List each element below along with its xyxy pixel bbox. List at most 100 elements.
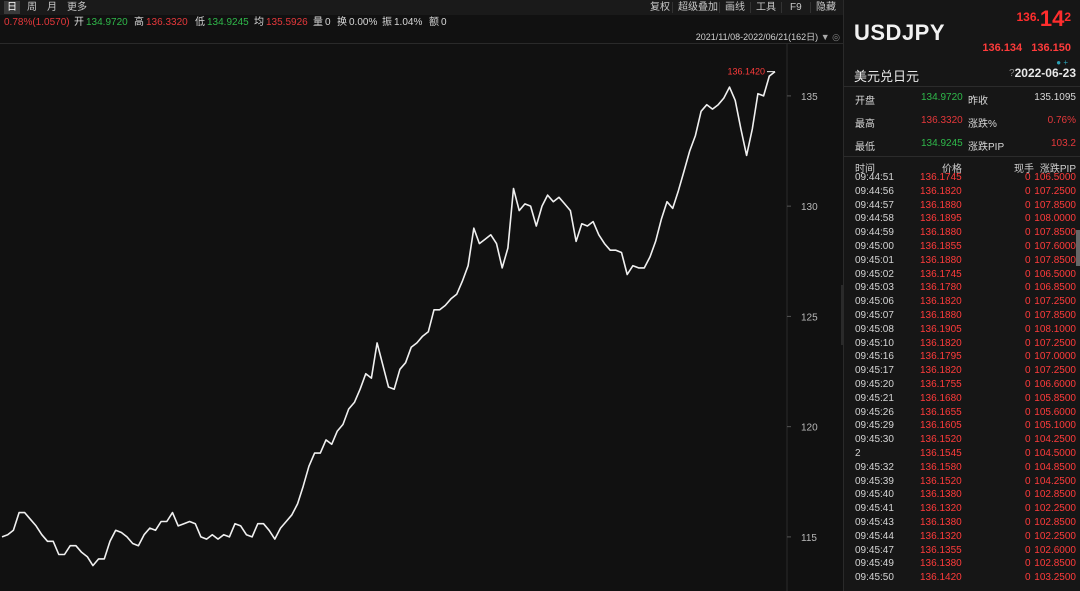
tab-day[interactable]: 日 bbox=[4, 1, 20, 14]
tick-row[interactable]: 09:45:29 136.1605 0 105.1000 bbox=[844, 419, 1080, 433]
tick-row[interactable]: 09:45:49 136.1380 0 102.8500 bbox=[844, 557, 1080, 571]
caret-down-icon[interactable]: ▼ bbox=[821, 32, 830, 42]
hide-button[interactable]: 隐藏 bbox=[816, 1, 836, 14]
amplitude-label: 振 bbox=[382, 17, 392, 28]
tick-volume: 0 bbox=[1025, 268, 1031, 280]
tick-volume: 0 bbox=[1025, 406, 1031, 418]
tick-time: 09:45:08 bbox=[855, 323, 894, 335]
tick-row[interactable]: 09:45:44 136.1320 0 102.2500 bbox=[844, 530, 1080, 544]
tick-pip: 107.2500 bbox=[1034, 296, 1076, 308]
tick-row[interactable]: 09:45:43 136.1380 0 102.8500 bbox=[844, 516, 1080, 530]
tick-volume: 0 bbox=[1025, 572, 1031, 584]
tick-time: 09:45:50 bbox=[855, 572, 894, 584]
adjust-button[interactable]: 复权 bbox=[650, 1, 670, 14]
bid-ask: 136.134 136.150 bbox=[982, 42, 1071, 54]
stat-change-label: 涨跌% bbox=[968, 119, 997, 130]
tick-row[interactable]: 09:45:10 136.1820 0 107.2500 bbox=[844, 337, 1080, 351]
tick-price: 136.1580 bbox=[920, 461, 962, 473]
stat-high-label: 最高 bbox=[855, 119, 875, 130]
instrument-name: 美元兑日元 bbox=[854, 69, 920, 84]
tick-pip: 107.2500 bbox=[1034, 185, 1076, 197]
divider bbox=[844, 156, 1080, 157]
tick-time: 09:45:32 bbox=[855, 461, 894, 473]
price-line-chart[interactable]: 135 130 125 120 115 136.1420 bbox=[0, 44, 843, 591]
toolbar-divider bbox=[750, 2, 751, 13]
bid-price: 136.134 bbox=[982, 42, 1023, 54]
tick-price: 136.1820 bbox=[920, 365, 962, 377]
date-range-label: 2021/11/08-2022/06/21(162日) bbox=[695, 32, 819, 42]
tick-pip: 105.8500 bbox=[1034, 392, 1076, 404]
tick-row[interactable]: 09:45:50 136.1420 0 103.2500 bbox=[844, 571, 1080, 585]
tick-volume: 0 bbox=[1025, 282, 1031, 294]
tick-row[interactable]: 09:45:03 136.1780 0 106.8500 bbox=[844, 281, 1080, 295]
tick-row[interactable]: 09:45:39 136.1520 0 104.2500 bbox=[844, 475, 1080, 489]
f9-button[interactable]: F9 bbox=[790, 1, 802, 14]
tick-price: 136.1320 bbox=[920, 530, 962, 542]
tick-volume: 0 bbox=[1025, 420, 1031, 432]
tick-pip: 106.5000 bbox=[1034, 172, 1076, 183]
tick-row[interactable]: 09:45:21 136.1680 0 105.8500 bbox=[844, 392, 1080, 406]
tick-row[interactable]: 09:45:17 136.1820 0 107.2500 bbox=[844, 364, 1080, 378]
tick-time: 09:45:01 bbox=[855, 254, 894, 266]
tick-time: 09:45:29 bbox=[855, 420, 894, 432]
tick-time: 09:45:00 bbox=[855, 241, 894, 252]
tick-row[interactable]: 09:45:40 136.1380 0 102.8500 bbox=[844, 488, 1080, 502]
tick-row[interactable]: 09:44:51 136.1745 0 106.5000 bbox=[844, 171, 1080, 185]
settings-icon[interactable]: ◎ bbox=[832, 32, 840, 42]
tick-row[interactable]: 2 136.1545 0 104.5000 bbox=[844, 447, 1080, 461]
tick-row[interactable]: 09:45:06 136.1820 0 107.2500 bbox=[844, 295, 1080, 309]
tick-time: 09:45:10 bbox=[855, 337, 894, 349]
tick-price: 136.1380 bbox=[920, 517, 962, 528]
tick-row[interactable]: 09:45:32 136.1580 0 104.8500 bbox=[844, 461, 1080, 475]
tick-price: 136.1380 bbox=[920, 558, 962, 570]
tick-price: 136.1820 bbox=[920, 337, 962, 349]
tab-more[interactable]: 更多 bbox=[64, 1, 90, 14]
stat-prev-label: 昨收 bbox=[968, 96, 988, 107]
tick-price: 136.1755 bbox=[920, 379, 962, 390]
chart-pane[interactable]: 日 周 月 更多 复权 超级叠加 画线 工具 F9 隐藏 0.78%(1.057… bbox=[0, 0, 843, 591]
y-tick-label: 125 bbox=[801, 312, 818, 323]
price-part-b: 14 bbox=[1039, 6, 1065, 31]
turnover-label: 换 bbox=[337, 17, 347, 28]
overlay-button[interactable]: 超级叠加 bbox=[678, 1, 718, 14]
tick-pip: 105.6000 bbox=[1034, 406, 1076, 418]
open-value: 134.9720 bbox=[86, 17, 128, 28]
tick-time: 09:45:06 bbox=[855, 296, 894, 308]
tick-list-scrollbar[interactable] bbox=[1076, 230, 1080, 266]
stat-low-value: 134.9245 bbox=[921, 138, 963, 149]
tick-row[interactable]: 09:45:41 136.1320 0 102.2500 bbox=[844, 502, 1080, 516]
tick-pip: 102.8500 bbox=[1034, 489, 1076, 501]
tick-row[interactable]: 09:45:20 136.1755 0 106.6000 bbox=[844, 378, 1080, 392]
tick-row[interactable]: 09:45:01 136.1880 0 107.8500 bbox=[844, 254, 1080, 268]
tick-time: 09:45:16 bbox=[855, 351, 894, 363]
tick-time: 09:45:49 bbox=[855, 558, 894, 570]
tick-time: 09:45:30 bbox=[855, 434, 894, 446]
tick-pip: 107.8500 bbox=[1034, 227, 1076, 239]
date-range-selector[interactable]: 2021/11/08-2022/06/21(162日) ▼ ◎ bbox=[640, 31, 840, 43]
tick-volume: 0 bbox=[1025, 434, 1031, 446]
tools-button[interactable]: 工具 bbox=[756, 1, 776, 14]
tick-row[interactable]: 09:44:58 136.1895 0 108.0000 bbox=[844, 212, 1080, 226]
tick-row[interactable]: 09:45:16 136.1795 0 107.0000 bbox=[844, 350, 1080, 364]
tick-time: 09:44:57 bbox=[855, 199, 894, 211]
tick-row[interactable]: 09:45:08 136.1905 0 108.1000 bbox=[844, 323, 1080, 337]
tab-month[interactable]: 月 bbox=[44, 1, 60, 14]
tick-row[interactable]: 09:44:59 136.1880 0 107.8500 bbox=[844, 226, 1080, 240]
y-tick-label: 120 bbox=[801, 423, 818, 434]
tick-row[interactable]: 09:45:30 136.1520 0 104.2500 bbox=[844, 433, 1080, 447]
tick-row[interactable]: 09:45:00 136.1855 0 107.6000 bbox=[844, 240, 1080, 254]
tick-row[interactable]: 09:45:26 136.1655 0 105.6000 bbox=[844, 406, 1080, 420]
tick-volume: 0 bbox=[1025, 172, 1031, 183]
amplitude-value: 1.04% bbox=[394, 17, 423, 28]
tick-pip: 108.0000 bbox=[1034, 213, 1076, 225]
tick-price: 136.1520 bbox=[920, 434, 962, 446]
tab-week[interactable]: 周 bbox=[24, 1, 40, 14]
tick-row[interactable]: 09:45:02 136.1745 0 106.5000 bbox=[844, 268, 1080, 282]
tick-price: 136.1745 bbox=[920, 268, 962, 280]
tick-row[interactable]: 09:45:47 136.1355 0 102.6000 bbox=[844, 544, 1080, 558]
tick-row[interactable]: 09:45:07 136.1880 0 107.8500 bbox=[844, 309, 1080, 323]
tick-row[interactable]: 09:44:57 136.1880 0 107.8500 bbox=[844, 199, 1080, 213]
tick-time: 09:45:21 bbox=[855, 392, 894, 404]
tick-row[interactable]: 09:44:56 136.1820 0 107.2500 bbox=[844, 185, 1080, 199]
draw-line-button[interactable]: 画线 bbox=[725, 1, 745, 14]
